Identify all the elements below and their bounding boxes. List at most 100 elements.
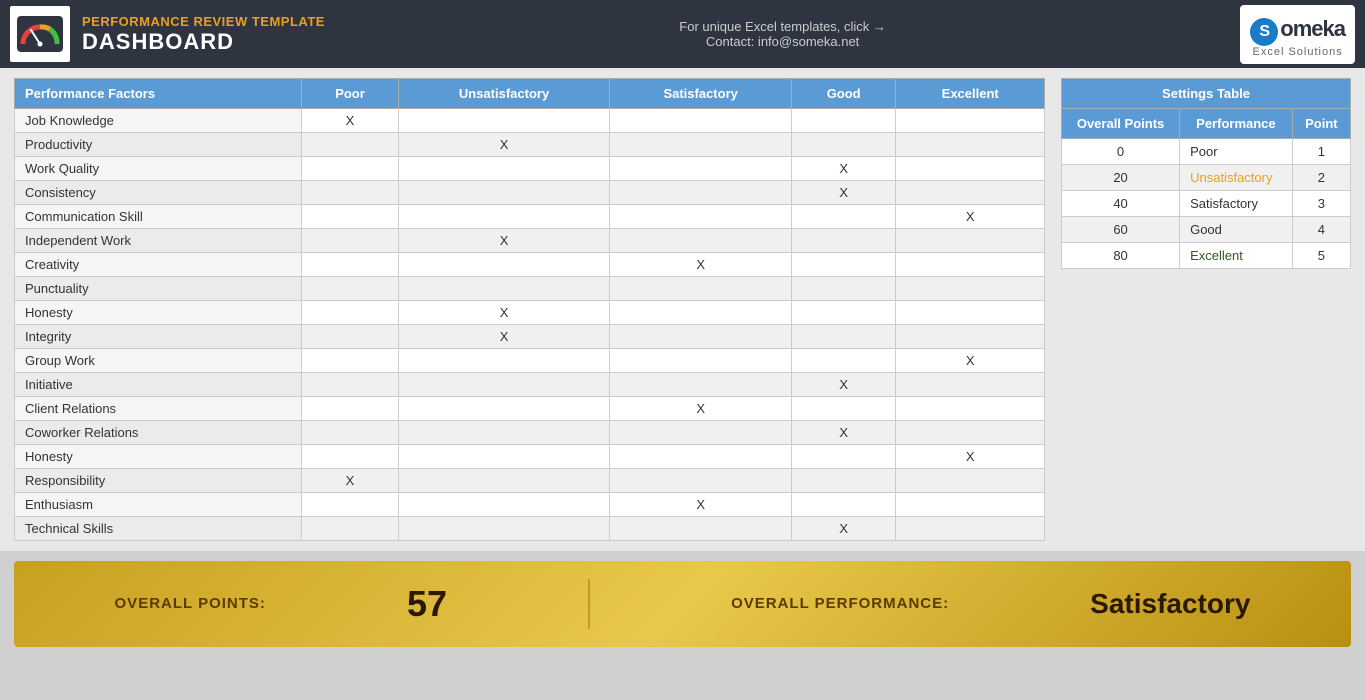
factor-cell: Creativity xyxy=(15,253,302,277)
col-header-poor: Poor xyxy=(302,79,398,109)
col-header-factor: Performance Factors xyxy=(15,79,302,109)
rating-cell xyxy=(610,301,792,325)
factor-cell: Punctuality xyxy=(15,277,302,301)
factor-cell: Integrity xyxy=(15,325,302,349)
rating-cell xyxy=(791,349,896,373)
rating-cell xyxy=(610,181,792,205)
header-left: PERFORMANCE REVIEW TEMPLATE DASHBOARD xyxy=(10,6,325,62)
factor-cell: Job Knowledge xyxy=(15,109,302,133)
settings-points-cell: 60 xyxy=(1062,217,1180,243)
rating-cell xyxy=(398,205,610,229)
rating-cell xyxy=(610,517,792,541)
perf-table-container: Performance Factors Poor Unsatisfactory … xyxy=(14,78,1045,541)
rating-cell xyxy=(398,469,610,493)
someka-logo-box: Someka Excel Solutions xyxy=(1240,5,1355,64)
performance-table: Performance Factors Poor Unsatisfactory … xyxy=(14,78,1045,541)
rating-cell xyxy=(398,421,610,445)
footer-overall-perf-value: Satisfactory xyxy=(1090,588,1250,620)
rating-cell xyxy=(398,181,610,205)
footer-overall-points-value: 57 xyxy=(407,583,447,625)
settings-row: 20Unsatisfactory2 xyxy=(1062,165,1351,191)
rating-cell: X xyxy=(791,421,896,445)
rating-cell xyxy=(302,157,398,181)
rating-cell xyxy=(896,397,1045,421)
factor-cell: Communication Skill xyxy=(15,205,302,229)
rating-cell xyxy=(791,205,896,229)
settings-perf-cell: Excellent xyxy=(1180,243,1293,269)
factor-cell: Client Relations xyxy=(15,397,302,421)
settings-table-container: Settings Table Overall Points Performanc… xyxy=(1061,78,1351,541)
settings-row: 40Satisfactory3 xyxy=(1062,191,1351,217)
rating-cell xyxy=(896,181,1045,205)
settings-point-cell: 4 xyxy=(1292,217,1350,243)
rating-cell xyxy=(610,373,792,397)
rating-cell xyxy=(896,109,1045,133)
rating-cell xyxy=(791,397,896,421)
table-row: Independent WorkX xyxy=(15,229,1045,253)
table-header-row: Performance Factors Poor Unsatisfactory … xyxy=(15,79,1045,109)
settings-perf-cell: Unsatisfactory xyxy=(1180,165,1293,191)
rating-cell xyxy=(791,109,896,133)
table-row: ResponsibilityX xyxy=(15,469,1045,493)
settings-row: 0Poor1 xyxy=(1062,139,1351,165)
factor-cell: Responsibility xyxy=(15,469,302,493)
rating-cell xyxy=(896,277,1045,301)
rating-cell: X xyxy=(896,205,1045,229)
rating-cell xyxy=(610,277,792,301)
rating-cell: X xyxy=(398,325,610,349)
rating-cell xyxy=(896,421,1045,445)
rating-cell: X xyxy=(302,469,398,493)
contact-text: Contact: info@someka.net xyxy=(706,34,859,49)
header-promo[interactable]: For unique Excel templates, click → Cont… xyxy=(679,19,886,49)
factor-cell: Initiative xyxy=(15,373,302,397)
footer-overall-points-label: OVERALL POINTS: xyxy=(115,595,266,613)
rating-cell xyxy=(398,517,610,541)
rating-cell xyxy=(398,277,610,301)
rating-cell xyxy=(791,133,896,157)
rating-cell: X xyxy=(610,397,792,421)
footer-overall-perf-label: OVERALL PERFORMANCE: xyxy=(731,595,949,613)
footer: OVERALL POINTS: 57 OVERALL PERFORMANCE: … xyxy=(14,561,1351,647)
rating-cell xyxy=(302,397,398,421)
promo-text: For unique Excel templates, click → xyxy=(679,19,886,34)
table-row: Punctuality xyxy=(15,277,1045,301)
rating-cell: X xyxy=(398,229,610,253)
table-row: HonestyX xyxy=(15,301,1045,325)
someka-sub: Excel Solutions xyxy=(1253,46,1343,58)
table-row: Creativity X xyxy=(15,253,1045,277)
settings-points-cell: 20 xyxy=(1062,165,1180,191)
rating-cell xyxy=(398,253,610,277)
rating-cell xyxy=(791,445,896,469)
rating-cell xyxy=(302,325,398,349)
rating-cell: X xyxy=(398,133,610,157)
rating-cell: X xyxy=(791,373,896,397)
rating-cell: X xyxy=(610,253,792,277)
settings-points-cell: 40 xyxy=(1062,191,1180,217)
settings-table: Settings Table Overall Points Performanc… xyxy=(1061,78,1351,269)
table-row: Coworker RelationsX xyxy=(15,421,1045,445)
factor-cell: Productivity xyxy=(15,133,302,157)
rating-cell xyxy=(610,229,792,253)
rating-cell xyxy=(398,157,610,181)
rating-cell xyxy=(302,253,398,277)
settings-perf-cell: Poor xyxy=(1180,139,1293,165)
rating-cell xyxy=(302,205,398,229)
rating-cell: X xyxy=(398,301,610,325)
rating-cell: X xyxy=(610,493,792,517)
rating-cell xyxy=(302,445,398,469)
rating-cell xyxy=(398,109,610,133)
rating-cell xyxy=(896,253,1045,277)
rating-cell xyxy=(791,301,896,325)
header-brand: PERFORMANCE REVIEW TEMPLATE xyxy=(82,14,325,29)
table-row: Technical SkillsX xyxy=(15,517,1045,541)
col-header-good: Good xyxy=(791,79,896,109)
rating-cell xyxy=(610,157,792,181)
settings-col-point: Point xyxy=(1292,109,1350,139)
rating-cell xyxy=(398,349,610,373)
settings-perf-cell: Satisfactory xyxy=(1180,191,1293,217)
rating-cell xyxy=(896,325,1045,349)
col-header-sat: Satisfactory xyxy=(610,79,792,109)
col-header-exc: Excellent xyxy=(896,79,1045,109)
settings-title: Settings Table xyxy=(1062,79,1351,109)
table-row: Job KnowledgeX xyxy=(15,109,1045,133)
